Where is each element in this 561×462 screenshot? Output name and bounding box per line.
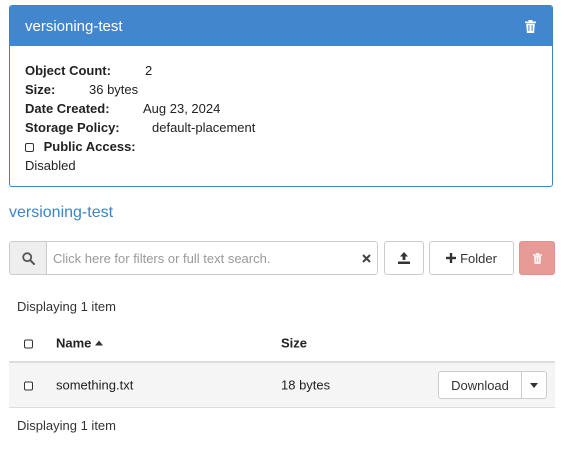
bucket-details-body: Object Count: 2 Size: 36 bytes Date Crea… <box>10 46 552 175</box>
plus-icon <box>446 253 457 263</box>
close-icon <box>361 253 371 263</box>
bucket-link[interactable]: versioning-test <box>9 204 113 222</box>
size-row: Size: 36 bytes <box>25 80 537 99</box>
column-header-name[interactable]: Name <box>56 335 104 351</box>
bucket-title: versioning-test <box>25 17 123 35</box>
public-access-label: Public Access: <box>43 139 136 154</box>
add-folder-button[interactable]: Folder <box>429 241 514 275</box>
public-access-row: Public Access: <box>25 137 537 156</box>
object-count-row: Object Count: 2 <box>25 61 537 80</box>
download-options-toggle[interactable] <box>522 371 547 399</box>
public-access-label-wrap: Public Access: <box>25 137 136 156</box>
trash-icon <box>524 19 536 33</box>
add-folder-label: Folder <box>460 250 497 266</box>
table-row[interactable]: something.txt 18 bytes Download <box>9 363 555 408</box>
search-group <box>9 241 378 275</box>
column-name-label: Name <box>56 335 92 351</box>
page: versioning-test Object Count: 2 Size: 36… <box>0 0 561 462</box>
displaying-count-bottom: Displaying 1 item <box>17 418 116 433</box>
bucket-details-card: versioning-test Object Count: 2 Size: 36… <box>9 5 553 187</box>
clear-search-button[interactable] <box>355 242 377 274</box>
public-access-value-row: Disabled <box>25 156 537 175</box>
download-button[interactable]: Download <box>438 371 522 399</box>
delete-bucket-button[interactable] <box>522 17 538 35</box>
delete-selected-button[interactable] <box>519 241 555 275</box>
size-label: Size: <box>25 82 56 97</box>
bucket-details-header: versioning-test <box>10 6 552 46</box>
table-header: Name Size <box>9 325 555 363</box>
object-count-label: Object Count: <box>25 63 111 78</box>
chevron-down-icon <box>530 382 538 388</box>
storage-policy-row: Storage Policy: default-placement <box>25 118 537 137</box>
size-value: 36 bytes <box>89 82 139 97</box>
search-input[interactable] <box>47 242 355 274</box>
download-split-button: Download <box>438 371 547 399</box>
row-size: 18 bytes <box>281 377 331 393</box>
objects-table: Name Size something.txt 18 bytes Downloa… <box>9 325 555 408</box>
upload-button[interactable] <box>384 241 424 275</box>
column-header-size[interactable]: Size <box>281 336 307 351</box>
public-access-checkbox[interactable] <box>25 143 34 153</box>
object-count-value: 2 <box>145 63 153 78</box>
storage-policy-label: Storage Policy: <box>25 120 120 135</box>
row-checkbox-wrap <box>24 378 33 393</box>
select-all-checkbox-wrap <box>24 336 33 351</box>
storage-policy-value: default-placement <box>152 120 256 135</box>
public-access-value: Disabled <box>25 158 76 173</box>
date-created-row: Date Created: Aug 23, 2024 <box>25 99 537 118</box>
sort-ascending-icon <box>95 340 104 346</box>
select-all-checkbox[interactable] <box>24 339 33 349</box>
search-icon <box>21 251 35 265</box>
displaying-count-top: Displaying 1 item <box>17 299 116 314</box>
search-addon <box>10 242 47 274</box>
row-checkbox[interactable] <box>24 381 33 391</box>
row-name[interactable]: something.txt <box>56 378 133 393</box>
trash-icon <box>532 252 542 264</box>
upload-icon <box>398 252 410 264</box>
date-created-label: Date Created: <box>25 101 110 116</box>
date-created-value: Aug 23, 2024 <box>143 101 221 116</box>
